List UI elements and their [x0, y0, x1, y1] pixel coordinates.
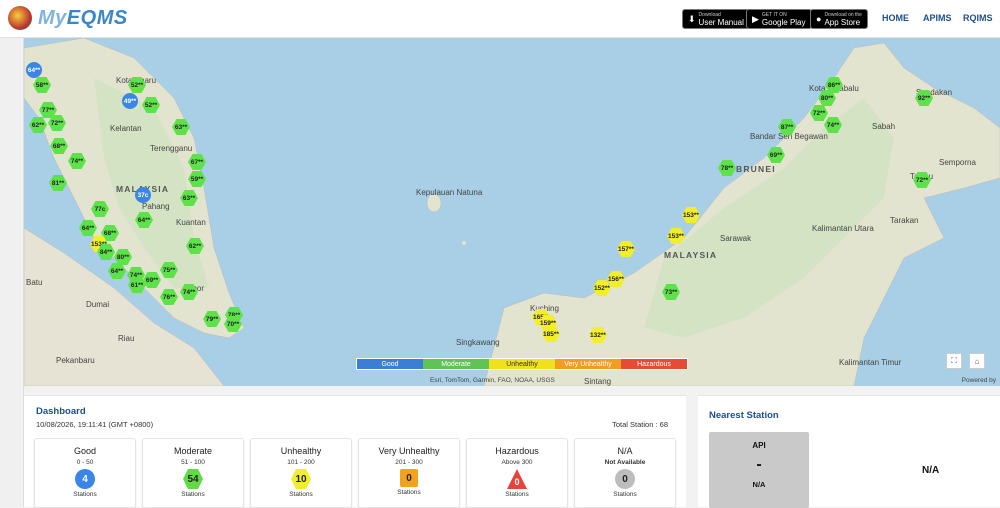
map-label: Sintang — [584, 377, 612, 386]
legend-hazardous: Hazardous — [621, 359, 687, 369]
side-strip — [0, 38, 24, 507]
nav-rqims[interactable]: RQIMS — [963, 13, 993, 23]
map-label: BRUNEI — [736, 164, 776, 174]
map-label: Batu — [26, 278, 43, 287]
aqi-marker[interactable]: 64** — [26, 62, 42, 78]
card-range: 201 - 300 — [395, 459, 423, 466]
status-card-hazardous[interactable]: Hazardous Above 300 0 Stations — [466, 438, 568, 508]
api-value: - — [756, 456, 762, 473]
map-label: Tarakan — [890, 216, 919, 225]
card-range: 101 - 200 — [287, 459, 315, 466]
map-label: Singkawang — [456, 338, 500, 347]
card-range: 0 - 50 — [76, 459, 94, 466]
card-unit: Stations — [73, 491, 97, 498]
map-label: Kelantan — [110, 124, 142, 133]
legend-unhealthy: Unhealthy — [489, 359, 555, 369]
api-status: N/A — [752, 480, 766, 489]
map-label: Pekanbaru — [56, 356, 95, 365]
legend-good: Good — [357, 359, 423, 369]
card-title: Unhealthy — [280, 446, 322, 456]
nearest-station-panel: Nearest Station API - N/A N/A — [698, 395, 1000, 508]
home-icon[interactable]: ⌂ — [969, 353, 985, 369]
map-label: Dumai — [86, 300, 110, 309]
aqi-marker[interactable]: 49** — [122, 93, 138, 109]
aqi-legend: Good Moderate Unhealthy Very Unhealthy H… — [356, 358, 688, 370]
map-label: Riau — [118, 334, 135, 343]
nearest-station-title: Nearest Station — [709, 410, 779, 421]
aqi-marker[interactable]: 37c — [135, 187, 151, 203]
status-card-unhealthy[interactable]: Unhealthy 101 - 200 10 Stations — [250, 438, 352, 508]
card-title: Hazardous — [495, 446, 539, 456]
map-label: Kalimantan Timur — [839, 358, 902, 367]
status-card-moderate[interactable]: Moderate 51 - 100 54 Stations — [142, 438, 244, 508]
nav-home[interactable]: HOME — [882, 13, 909, 23]
card-count-badge: 0 — [615, 469, 635, 489]
card-title: Very Unhealthy — [378, 446, 440, 456]
legend-moderate: Moderate — [423, 359, 489, 369]
card-unit: Stations — [397, 489, 421, 496]
powered-by: Powered by — [961, 377, 996, 384]
map-label: Kuantan — [176, 218, 206, 227]
dashboard-panel: Dashboard 10/08/2026, 19:11:41 (GMT +080… — [24, 395, 686, 508]
api-label: API — [752, 441, 766, 450]
play-icon: ▶ — [752, 13, 759, 24]
map-label: Sabah — [872, 122, 896, 131]
card-count-badge: 4 — [75, 469, 95, 489]
card-count-badge: 54 — [183, 469, 203, 489]
card-unit: Stations — [613, 491, 637, 498]
card-title: N/A — [617, 446, 633, 456]
download-icon: ⬇ — [688, 13, 696, 24]
card-unit: Stations — [505, 491, 529, 498]
nearest-station-name: N/A — [922, 465, 940, 476]
card-range: Above 300 — [501, 459, 533, 466]
status-card-good[interactable]: Good 0 - 50 4 Stations — [34, 438, 136, 508]
nav-apims[interactable]: APIMS — [923, 13, 952, 23]
card-title: Good — [73, 446, 97, 456]
user-manual-button[interactable]: ⬇ Download User Manual — [682, 9, 750, 29]
legend-very-unhealthy: Very Unhealthy — [555, 359, 621, 369]
map-label: Pahang — [142, 202, 170, 211]
malaysia-crest-logo — [8, 6, 32, 30]
apple-icon: ● — [816, 14, 822, 24]
dashboard-title: Dashboard — [36, 406, 86, 417]
map-label: Semporna — [939, 158, 976, 167]
status-card-very-unhealthy[interactable]: Very Unhealthy 201 - 300 0 Stations — [358, 438, 460, 508]
card-range: Not Available — [604, 459, 646, 466]
card-count-badge: 0 — [400, 469, 418, 487]
top-navbar: MyEQMS ⬇ Download User Manual ▶ GET IT ON… — [0, 0, 1000, 38]
google-play-button[interactable]: ▶ GET IT ON Google Play — [746, 9, 812, 29]
map-label: MALAYSIA — [664, 250, 718, 260]
fullscreen-icon[interactable]: ⛶ — [946, 353, 962, 369]
status-cards: Good 0 - 50 4 Stations Moderate 51 - 100 54 Sta… — [34, 438, 676, 508]
card-range: 51 - 100 — [181, 459, 205, 466]
dashboard-datetime: 10/08/2026, 19:11:41 (GMT +0800) — [36, 420, 154, 429]
map-label: Sarawak — [720, 234, 752, 243]
card-unit: Stations — [181, 491, 205, 498]
api-box: API - N/A — [709, 432, 809, 508]
map-attribution: Esri, TomTom, Garmin, FAO, NOAA, USGS — [430, 377, 555, 384]
air-quality-map[interactable]: MALAYSIA MALAYSIA BRUNEI Kota Bharu Kela… — [24, 38, 1000, 386]
map-label: Kepulauan Natuna — [416, 188, 483, 197]
map-label: Kalimantan Utara — [812, 224, 874, 233]
card-count-badge: 10 — [291, 469, 311, 489]
map-label: Terengganu — [150, 144, 193, 153]
card-unit: Stations — [289, 491, 313, 498]
card-title: Moderate — [173, 446, 213, 456]
card-count-badge: 0 — [507, 469, 527, 489]
app-store-button[interactable]: ● Download on the App Store — [810, 9, 868, 29]
myeqms-logo[interactable]: MyEQMS — [38, 7, 128, 30]
status-card-n-a[interactable]: N/A Not Available 0 Stations — [574, 438, 676, 508]
total-station: Total Station : 68 — [612, 420, 668, 429]
